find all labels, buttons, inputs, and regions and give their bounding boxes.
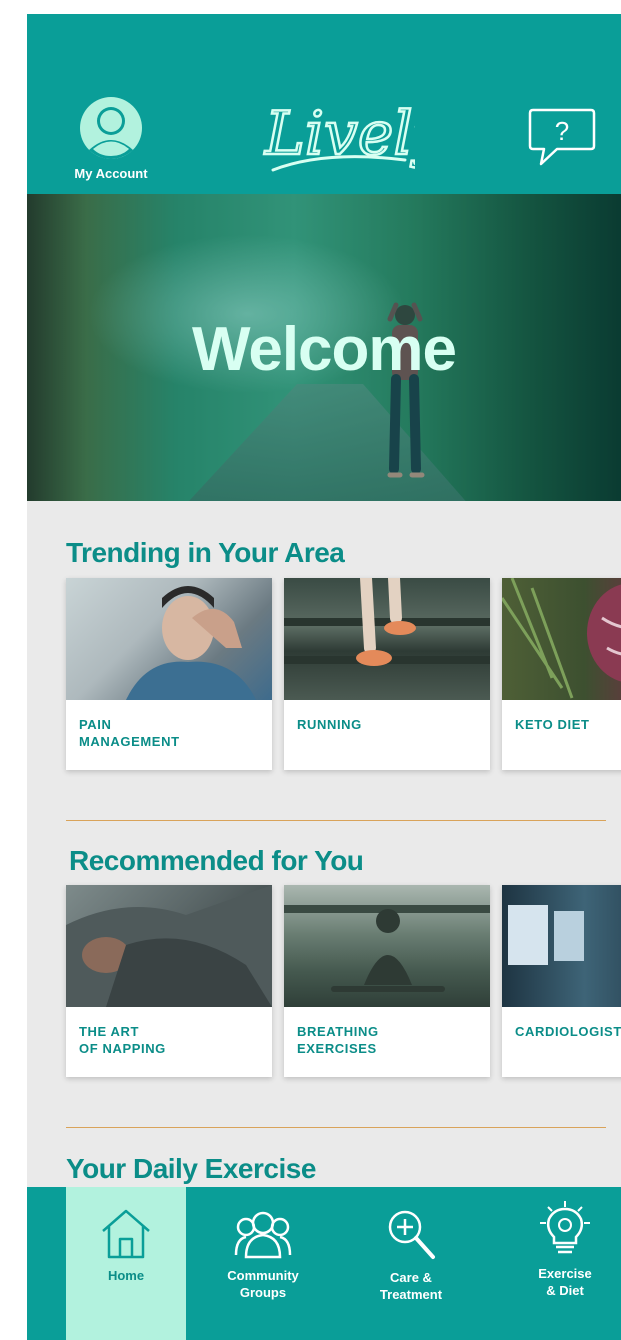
nav-label-community: Community Groups <box>227 1268 299 1300</box>
community-icon <box>234 1211 292 1259</box>
recommended-carousel[interactable]: THE ART OF NAPPING BREATHING EXERCISES C… <box>66 885 621 1077</box>
daily-exercise-title: Your Daily Exercise <box>66 1153 316 1184</box>
lively-logo: Lively <box>263 98 415 172</box>
home-feed[interactable]: Trending in Your Area PAIN MANAGEMENT RU… <box>27 501 621 1191</box>
card-keto-diet[interactable]: KETO DIET <box>502 578 621 770</box>
card-label: PAIN MANAGEMENT <box>79 717 180 749</box>
nav-label-exercise: Exercise & Diet <box>538 1266 592 1298</box>
nav-tab-home[interactable]: Home <box>66 1187 186 1340</box>
card-breathing-exercises[interactable]: BREATHING EXERCISES <box>284 885 490 1077</box>
card-cardiologist[interactable]: CARDIOLOGIST <box>502 885 621 1077</box>
card-label: THE ART OF NAPPING <box>79 1024 166 1056</box>
card-running[interactable]: RUNNING <box>284 578 490 770</box>
my-account-label: My Account <box>74 166 148 181</box>
welcome-title: Welcome <box>191 315 457 384</box>
recommended-title: Recommended for You <box>69 845 364 876</box>
card-pain-management[interactable]: PAIN MANAGEMENT <box>66 578 272 770</box>
nav-label-care: Care & Treatment <box>379 1270 443 1302</box>
bottom-nav: Home Community Groups Care & Treatment E… <box>27 1187 621 1340</box>
card-image <box>66 885 272 1007</box>
home-icon <box>102 1209 150 1259</box>
nav-label-home: Home <box>107 1268 145 1283</box>
svg-text:?: ? <box>555 116 569 146</box>
card-label: BREATHING EXERCISES <box>297 1024 379 1056</box>
app-frame: My Account Lively ? Welcome Trending in … <box>27 14 621 1340</box>
nav-tab-exercise-diet[interactable]: Exercise & Diet <box>505 1187 621 1340</box>
card-label: CARDIOLOGIST <box>515 1024 621 1039</box>
card-image <box>502 885 621 1007</box>
my-account-button[interactable]: My Account <box>61 96 161 181</box>
card-art-of-napping[interactable]: THE ART OF NAPPING <box>66 885 272 1077</box>
card-image <box>502 578 621 700</box>
welcome-hero: Welcome <box>27 194 621 501</box>
lightbulb-gear-icon <box>540 1201 590 1254</box>
trending-carousel[interactable]: PAIN MANAGEMENT RUNNING KETO DIET <box>66 578 621 770</box>
card-image <box>284 885 490 1007</box>
card-label: RUNNING <box>297 717 362 732</box>
help-chat-icon[interactable]: ? <box>527 106 597 168</box>
section-divider <box>66 1127 606 1128</box>
nav-tab-care-treatment[interactable]: Care & Treatment <box>351 1187 471 1340</box>
card-label: KETO DIET <box>515 717 590 732</box>
card-image <box>284 578 490 700</box>
app-header: My Account Lively ? <box>27 14 621 194</box>
user-avatar-icon <box>80 97 142 159</box>
card-image <box>66 578 272 700</box>
section-divider <box>66 820 606 821</box>
care-search-icon <box>388 1210 435 1259</box>
trending-title: Trending in Your Area <box>66 537 345 568</box>
nav-tab-community-groups[interactable]: Community Groups <box>203 1187 323 1340</box>
